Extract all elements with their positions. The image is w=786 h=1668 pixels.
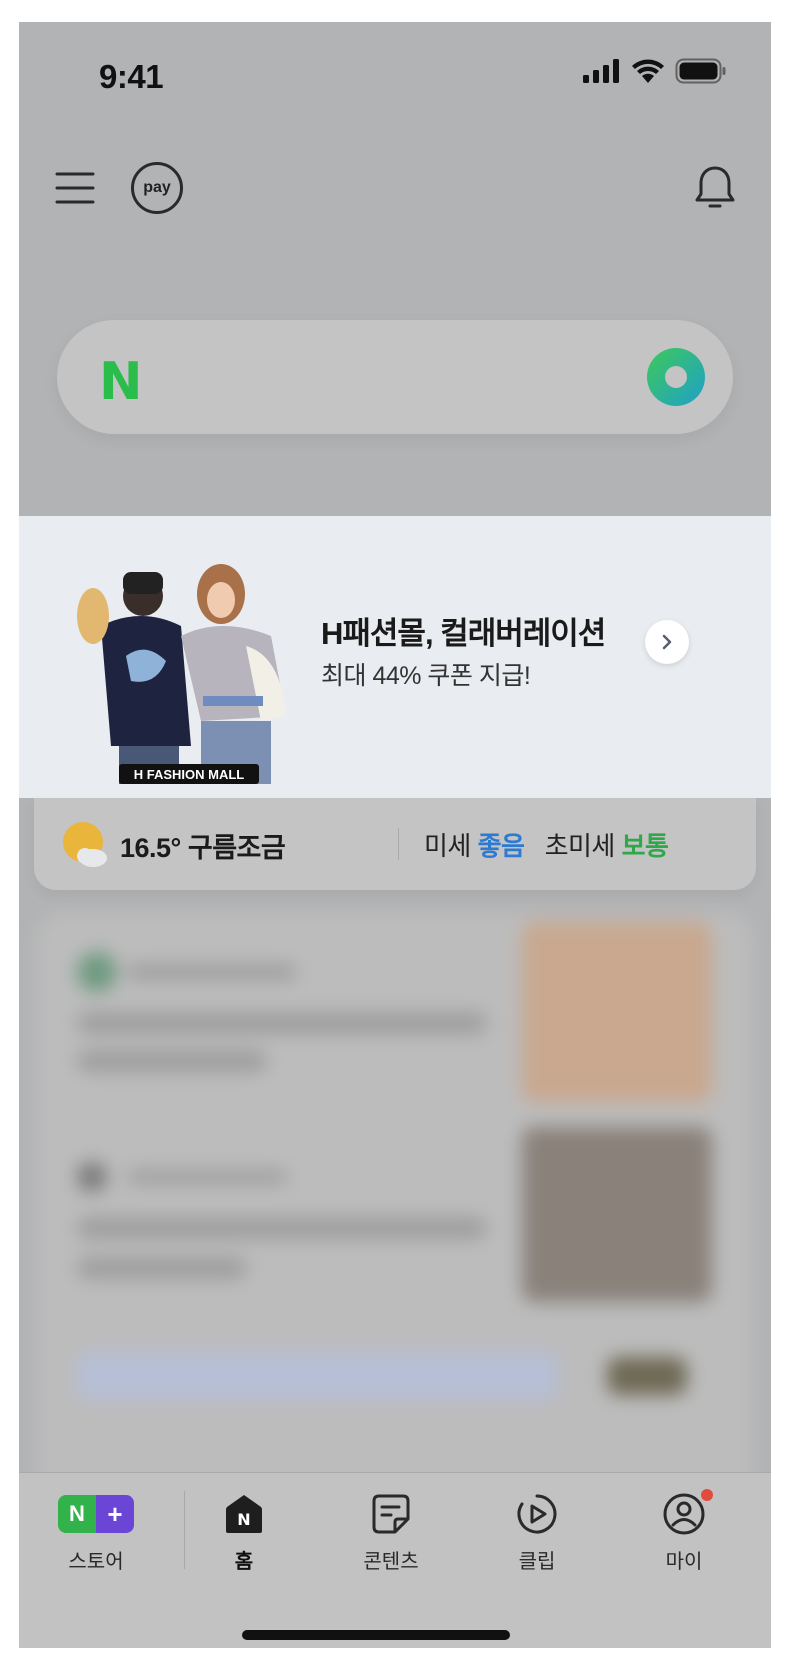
weather-widget[interactable]: 16.5° 구름조금 미세 좋음 초미세 보통: [34, 798, 756, 890]
clip-play-icon: [517, 1494, 557, 1534]
bell-notification-icon[interactable]: [693, 164, 737, 212]
banner-arrow-button[interactable]: [645, 620, 689, 664]
bottom-tab-bar: N + 스토어 N 홈 콘텐츠 클립 마이: [19, 1472, 771, 1648]
banner-subtitle: 최대 44% 쿠폰 지급!: [321, 662, 531, 690]
chevron-right-icon: [662, 634, 672, 650]
pay-button[interactable]: pay: [131, 162, 183, 214]
promo-banner[interactable]: H FASHION MALL H패션몰, 컬래버레이션 최대 44% 쿠폰 지급…: [19, 516, 771, 798]
status-time: 9:41: [99, 58, 164, 95]
tab-store-label: 스토어: [68, 1551, 124, 1573]
fashion-models-image: H FASHION MALL: [77, 564, 286, 784]
tab-clip-label: 클립: [518, 1551, 556, 1573]
content-icon: [372, 1494, 410, 1534]
fine-dust-value: 좋음: [477, 831, 525, 861]
hamburger-menu-icon[interactable]: [55, 168, 95, 208]
tab-my[interactable]: 마이: [629, 1489, 739, 1574]
ultrafine-dust-value: 보통: [621, 831, 669, 861]
wifi-icon: [632, 59, 664, 83]
temperature-condition: 16.5° 구름조금: [120, 833, 286, 863]
banner-title: H패션몰, 컬래버레이션: [321, 616, 606, 651]
partly-cloudy-icon: [63, 822, 107, 867]
pay-label: pay: [143, 179, 171, 196]
search-bar[interactable]: N: [57, 320, 733, 434]
weather-divider: [398, 828, 399, 860]
brand-label: H FASHION MALL: [134, 767, 245, 782]
signal-icon: [583, 59, 619, 83]
tab-divider: [184, 1491, 185, 1569]
air-quality: 미세 좋음 초미세 보통: [424, 826, 669, 863]
notification-dot: [701, 1489, 713, 1501]
profile-icon: [663, 1493, 705, 1535]
home-indicator[interactable]: [242, 1630, 510, 1640]
tab-home-label: 홈: [234, 1551, 254, 1573]
store-badge-icon: N +: [58, 1495, 134, 1533]
tab-store[interactable]: N + 스토어: [41, 1493, 151, 1574]
blurred-news-feed: [37, 912, 753, 1512]
tab-content[interactable]: 콘텐츠: [336, 1493, 446, 1574]
fine-dust-label: 미세: [424, 831, 471, 861]
tab-clip[interactable]: 클립: [482, 1493, 592, 1574]
tab-my-label: 마이: [665, 1551, 703, 1573]
status-bar: 9:41: [19, 22, 771, 132]
status-icons: [583, 58, 727, 84]
phone-screen: 9:41 pay N H FASHION MALL H패션몰, 컬래버레이션 최…: [19, 22, 771, 1648]
ultrafine-dust-label: 초미세: [544, 831, 616, 861]
battery-icon: [675, 58, 726, 84]
svg-text:N: N: [237, 1510, 250, 1529]
naver-logo: N: [99, 352, 143, 412]
home-icon: N: [226, 1495, 262, 1533]
tab-home[interactable]: N 홈: [189, 1493, 299, 1574]
green-dot-icon[interactable]: [647, 348, 705, 406]
tab-content-label: 콘텐츠: [363, 1551, 419, 1573]
